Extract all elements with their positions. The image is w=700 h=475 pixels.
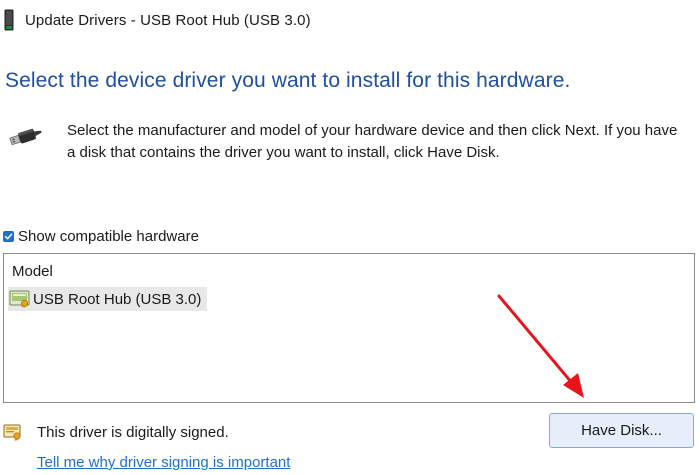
update-drivers-dialog: Update Drivers - USB Root Hub (USB 3.0) … xyxy=(0,0,700,475)
show-compatible-hardware-checkbox[interactable]: Show compatible hardware xyxy=(3,228,199,245)
window-title: Update Drivers - USB Root Hub (USB 3.0) xyxy=(25,11,311,29)
signed-driver-icon xyxy=(3,424,21,441)
list-item[interactable]: USB Root Hub (USB 3.0) xyxy=(8,287,208,311)
device-manager-icon xyxy=(4,9,14,31)
page-heading: Select the device driver you want to ins… xyxy=(5,69,571,92)
driver-certificate-icon xyxy=(9,290,30,308)
have-disk-button[interactable]: Have Disk... xyxy=(549,413,694,448)
model-item-label: USB Root Hub (USB 3.0) xyxy=(33,290,202,308)
title-bar: Update Drivers - USB Root Hub (USB 3.0) xyxy=(4,8,311,32)
checkbox-checked-icon[interactable] xyxy=(3,231,14,242)
instructions-text: Select the manufacturer and model of you… xyxy=(67,122,678,161)
usb-plug-icon xyxy=(9,128,42,146)
checkbox-label: Show compatible hardware xyxy=(18,228,199,245)
signature-status-text: This driver is digitally signed. xyxy=(37,424,229,441)
model-listbox[interactable]: Model USB Root Hub (USB 3.0) xyxy=(3,253,695,403)
model-column-header: Model xyxy=(12,263,53,280)
driver-signing-info-link[interactable]: Tell me why driver signing is important xyxy=(37,454,290,471)
